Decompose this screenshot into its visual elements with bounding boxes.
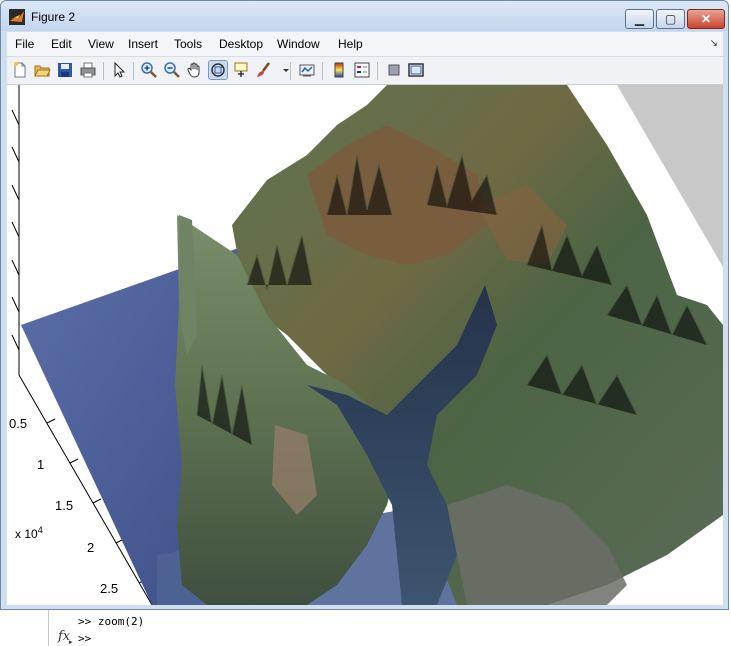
insert-colorbar-icon[interactable] <box>330 61 348 79</box>
menu-edit[interactable]: Edit <box>51 37 72 51</box>
fx-dropdown-icon[interactable]: ▸ <box>69 638 73 646</box>
exponent-power: 4 <box>37 525 43 535</box>
edit-plot-arrow-icon[interactable] <box>110 61 128 79</box>
figure-toolbar <box>7 57 723 85</box>
brush-icon[interactable] <box>255 61 273 79</box>
figure-canvas[interactable]: 0.5 1 1.5 2 2.5 x 104 <box>7 85 723 605</box>
y-tick-label: 2 <box>87 540 95 555</box>
minimize-icon: ▁ <box>634 12 645 26</box>
axis-exponent-label: x 104 <box>15 525 43 541</box>
toolbar-separator <box>290 62 291 80</box>
window-title: Figure 2 <box>31 10 76 24</box>
menu-help[interactable]: Help <box>338 37 363 51</box>
menu-window[interactable]: Window <box>277 37 320 51</box>
figure-window: Figure 2 ▁ ▢ ✕ File Edit View Insert Too… <box>0 0 729 610</box>
command-prompt[interactable]: >> <box>78 632 91 645</box>
maximize-icon: ▢ <box>664 12 677 26</box>
command-history-line: >> zoom(2) <box>78 615 145 628</box>
z-axis-ticks <box>11 109 20 351</box>
minimize-button[interactable]: ▁ <box>625 9 654 29</box>
rotate-3d-icon[interactable] <box>208 60 228 80</box>
command-window[interactable]: >> zoom(2) fx ▸ >> <box>0 610 731 646</box>
save-icon[interactable] <box>56 61 74 79</box>
menu-view[interactable]: View <box>88 37 114 51</box>
insert-legend-icon[interactable] <box>353 61 371 79</box>
y-tick-label: 2.5 <box>100 581 119 596</box>
hide-plot-tools-icon[interactable] <box>385 61 403 79</box>
menu-tools[interactable]: Tools <box>174 37 202 51</box>
new-figure-icon[interactable] <box>11 61 29 79</box>
y-tick-label: 1.5 <box>55 498 74 513</box>
data-cursor-icon[interactable] <box>232 61 250 79</box>
pan-hand-icon[interactable] <box>186 61 204 79</box>
brush-dropdown-icon[interactable] <box>277 61 289 79</box>
show-plot-tools-icon[interactable] <box>407 61 425 79</box>
matlab-logo-icon <box>9 9 25 25</box>
print-icon[interactable] <box>79 61 97 79</box>
menu-desktop[interactable]: Desktop <box>219 37 263 51</box>
menu-bar: File Edit View Insert Tools Desktop Wind… <box>7 32 723 57</box>
toolbar-separator <box>377 62 378 80</box>
menu-insert[interactable]: Insert <box>128 37 158 51</box>
dock-arrow-icon[interactable]: ↘ <box>710 38 718 49</box>
close-icon: ✕ <box>700 12 712 26</box>
terrain-surface-plot[interactable] <box>7 85 723 605</box>
zoom-in-icon[interactable] <box>140 61 158 79</box>
command-gutter <box>48 610 49 646</box>
exponent-base: x 10 <box>15 527 38 541</box>
menu-file[interactable]: File <box>15 37 34 51</box>
link-plot-icon[interactable] <box>298 61 316 79</box>
y-tick-label: 1 <box>37 457 45 472</box>
zoom-out-icon[interactable] <box>163 61 181 79</box>
toolbar-separator <box>103 62 104 80</box>
title-bar[interactable]: Figure 2 ▁ ▢ ✕ <box>1 1 728 31</box>
toolbar-separator <box>133 62 134 80</box>
open-folder-icon[interactable] <box>33 61 51 79</box>
maximize-button[interactable]: ▢ <box>656 9 685 29</box>
close-button[interactable]: ✕ <box>687 9 725 29</box>
y-tick-label: 0.5 <box>9 416 28 431</box>
toolbar-separator <box>322 62 323 80</box>
